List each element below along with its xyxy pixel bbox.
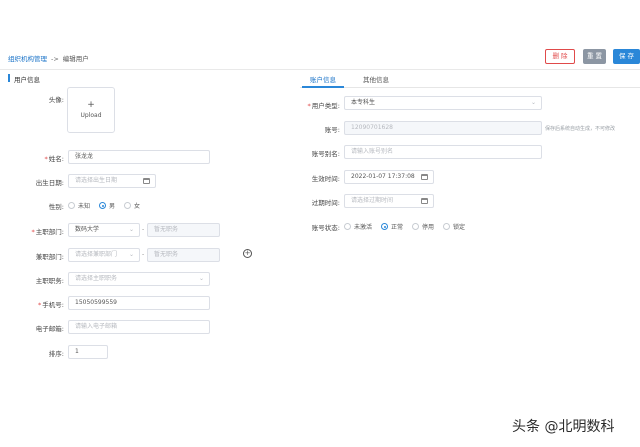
- effective-time-value: 2022-01-07 17:37:08: [351, 173, 415, 180]
- radio-icon: [443, 223, 451, 230]
- birthday-label: 出生日期:: [35, 179, 64, 187]
- gender-label: 性别:: [48, 203, 64, 211]
- sort-input[interactable]: 1: [68, 345, 108, 359]
- chevron-down-icon: ⌄: [198, 275, 204, 282]
- main-dept-value: 数码大学: [75, 226, 100, 233]
- name-label-text: 姓名:: [48, 155, 64, 163]
- upload-text: Upload: [80, 112, 102, 119]
- expire-time-placeholder: 请选择过期时间: [351, 197, 394, 204]
- calendar-icon: [143, 178, 150, 184]
- status-option-disabled[interactable]: 停用: [412, 222, 434, 231]
- calendar-icon: [421, 198, 428, 204]
- main-dept-label: *主职部门:: [10, 226, 64, 236]
- gender-option-label: 未知: [78, 203, 91, 210]
- user-type-label-text: 用户类型:: [311, 102, 340, 110]
- part-post-display: 暂无职务: [147, 248, 220, 262]
- radio-icon: [68, 202, 75, 209]
- birthday-placeholder: 请选择出生日期: [75, 177, 118, 184]
- breadcrumb: 组织机构管理 -> 编辑用户: [8, 53, 89, 63]
- breadcrumb-parent[interactable]: 组织机构管理: [8, 55, 47, 63]
- status-option-normal[interactable]: 正常: [381, 222, 403, 231]
- status-option-locked[interactable]: 锁定: [443, 222, 465, 231]
- save-button[interactable]: 保 存: [613, 49, 640, 64]
- status-radio-group: 未激活 正常 停用 锁定: [344, 222, 474, 232]
- user-type-value: 本专科生: [351, 99, 376, 106]
- reset-button[interactable]: 重 置: [583, 49, 606, 64]
- alias-label: 账号别名:: [311, 150, 340, 158]
- email-label: 电子邮箱:: [35, 325, 64, 333]
- part-dept-placeholder: 请选择兼职部门: [75, 251, 118, 258]
- name-input[interactable]: 张龙龙: [68, 150, 210, 164]
- account-label: 账号:: [324, 126, 340, 134]
- part-dept-label: 兼职部门:: [35, 253, 64, 261]
- main-post-placeholder: 请选择主职职务: [75, 275, 118, 282]
- required-mark: *: [38, 301, 42, 309]
- plus-icon: +: [87, 100, 95, 110]
- sort-label: 排序:: [48, 350, 64, 358]
- status-option-inactive[interactable]: 未激活: [344, 222, 372, 231]
- phone-label-text: 手机号:: [42, 301, 64, 309]
- required-mark: *: [44, 155, 48, 163]
- main-post-display: 暂无职务: [147, 223, 220, 237]
- radio-checked-icon: [381, 223, 389, 230]
- effective-time-label: 生效时间:: [311, 175, 340, 183]
- main-dept-label-text: 主职部门:: [35, 228, 64, 236]
- gender-radio-group: 未知 男 女: [68, 201, 149, 211]
- radio-icon: [344, 223, 351, 230]
- name-label: *姓名:: [20, 153, 64, 163]
- phone-label: *手机号:: [10, 299, 64, 309]
- gender-option-male[interactable]: 男: [99, 201, 115, 210]
- section-title-user-info: 用户信息: [8, 74, 40, 84]
- main-post-select[interactable]: 请选择主职职务 ⌄: [68, 272, 210, 286]
- status-option-label: 未激活: [354, 224, 373, 231]
- expire-time-picker[interactable]: 请选择过期时间: [344, 194, 434, 208]
- required-mark: *: [307, 102, 311, 110]
- main-post-label: 主职职务:: [35, 277, 64, 285]
- status-option-label: 正常: [391, 224, 404, 231]
- gender-option-label: 男: [109, 203, 116, 210]
- status-label: 账号状态:: [311, 224, 340, 232]
- status-option-label: 锁定: [453, 224, 466, 231]
- account-input: 12090701628: [344, 121, 542, 135]
- alias-input[interactable]: 请输入账号别名: [344, 145, 542, 159]
- watermark-text: 头条 @北明数科: [512, 419, 615, 435]
- dash-separator: -: [142, 251, 145, 258]
- chevron-down-icon: ⌄: [530, 99, 536, 106]
- gender-option-label: 女: [134, 203, 141, 210]
- add-circle-icon[interactable]: +: [243, 249, 252, 258]
- effective-time-picker[interactable]: 2022-01-07 17:37:08: [344, 170, 434, 184]
- gender-option-unknown[interactable]: 未知: [68, 201, 90, 210]
- email-input[interactable]: 请输入电子邮箱: [68, 320, 210, 334]
- avatar-label: 头像:: [48, 96, 64, 104]
- tab-bar: 账户信息 其他信息: [300, 70, 640, 88]
- radio-icon: [412, 223, 420, 230]
- radio-checked-icon: [99, 202, 107, 209]
- avatar-upload[interactable]: + Upload: [67, 87, 115, 133]
- dash-separator: -: [142, 226, 145, 233]
- part-dept-select[interactable]: 请选择兼职部门 ⌄: [68, 248, 140, 262]
- status-option-label: 停用: [422, 224, 435, 231]
- radio-icon: [124, 202, 132, 209]
- delete-button[interactable]: 删 除: [545, 49, 575, 64]
- chevron-down-icon: ⌄: [128, 251, 134, 258]
- tab-other-info[interactable]: 其他信息: [363, 74, 389, 84]
- tab-account-info[interactable]: 账户信息: [310, 74, 336, 84]
- breadcrumb-separator: ->: [51, 55, 59, 63]
- top-bar: [0, 0, 640, 70]
- active-tab-indicator: [302, 86, 344, 88]
- main-dept-select[interactable]: 数码大学 ⌄: [68, 223, 140, 237]
- gender-option-female[interactable]: 女: [124, 201, 140, 210]
- calendar-icon: [421, 174, 428, 180]
- expire-time-label: 过期时间:: [311, 199, 340, 207]
- user-type-label: *用户类型:: [288, 100, 340, 110]
- chevron-down-icon: ⌄: [128, 226, 134, 233]
- phone-input[interactable]: 15050599559: [68, 296, 210, 310]
- account-hint: 保存后系统自动生成，不可修改: [545, 126, 616, 132]
- breadcrumb-current: 编辑用户: [62, 55, 89, 63]
- birthday-picker[interactable]: 请选择出生日期: [68, 174, 156, 188]
- user-type-select[interactable]: 本专科生 ⌄: [344, 96, 542, 110]
- required-mark: *: [31, 228, 35, 236]
